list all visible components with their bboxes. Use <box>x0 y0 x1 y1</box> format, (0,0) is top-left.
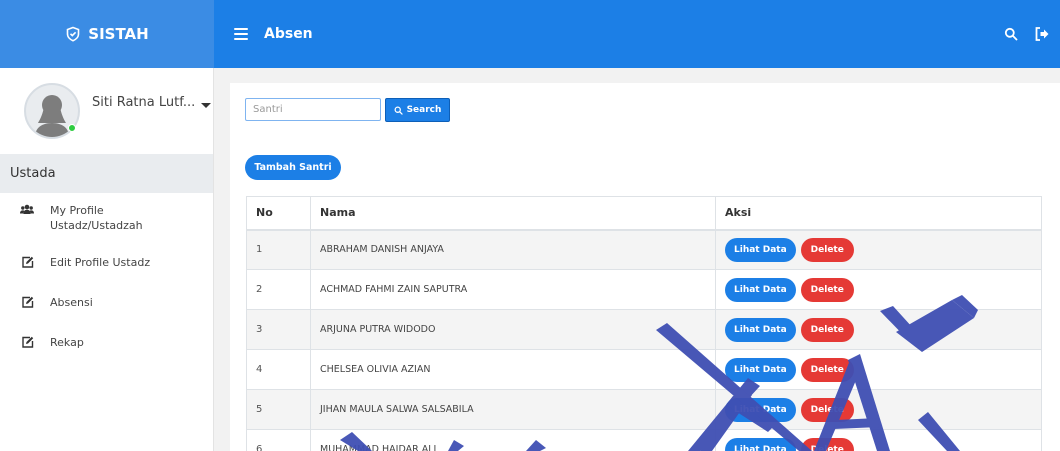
navbar: Absen <box>214 0 1060 68</box>
sidebar-item-label: Ustadz/Ustadzah <box>50 219 143 232</box>
view-data-button[interactable]: Lihat Data <box>725 237 796 262</box>
brand[interactable]: SISTAH <box>0 0 214 68</box>
search-button[interactable]: Search <box>385 98 450 122</box>
sidebar-item-label: Absensi <box>50 296 93 309</box>
logout-icon[interactable] <box>1034 26 1050 42</box>
caret-down-icon <box>201 102 212 108</box>
edit-icon <box>20 335 34 349</box>
column-header-nama: Nama <box>310 196 716 231</box>
table-row: 5 JIHAN MAULA SALWA SALSABILA Lihat Data De… <box>246 389 1042 430</box>
cell-nama: ABRAHAM DANISH ANJAYA <box>310 229 716 270</box>
search-icon[interactable] <box>1004 27 1018 41</box>
edit-icon <box>20 295 34 309</box>
view-data-button[interactable]: Lihat Data <box>725 317 796 342</box>
cell-nama: MUHAMMAD HAIDAR ALI <box>310 429 716 451</box>
delete-button[interactable]: Delete <box>800 277 854 302</box>
cell-aksi: Lihat Data Delete <box>715 349 1042 390</box>
shield-icon <box>65 26 81 42</box>
sidebar-item-label: My Profile <box>50 204 104 217</box>
role-header: Ustada <box>0 154 213 193</box>
column-header-aksi: Aksi <box>715 196 1042 231</box>
page-title: Absen <box>264 26 313 42</box>
cell-nama: JIHAN MAULA SALWA SALSABILA <box>310 389 716 430</box>
cell-no: 6 <box>246 429 311 451</box>
sidebar-item-edit-profile[interactable]: Edit Profile Ustadz <box>0 255 213 295</box>
cell-no: 3 <box>246 309 311 350</box>
cell-no: 5 <box>246 389 311 430</box>
table-row: 1 ABRAHAM DANISH ANJAYA Lihat Data Delete <box>246 229 1042 270</box>
cell-aksi: Lihat Data Delete <box>715 309 1042 350</box>
user-menu[interactable]: Siti Ratna Lutf... <box>92 94 212 110</box>
sidebar-item-absensi[interactable]: Absensi <box>0 295 213 335</box>
add-santri-button[interactable]: Tambah Santri <box>245 155 341 180</box>
search-input[interactable] <box>245 98 381 121</box>
online-status-dot <box>68 124 76 132</box>
users-icon <box>20 203 34 217</box>
view-data-button[interactable]: Lihat Data <box>725 397 796 422</box>
column-header-no: No <box>246 196 311 231</box>
search-icon <box>394 106 403 115</box>
cell-no: 2 <box>246 269 311 310</box>
main-content: Search Tambah Santri No Nama Aksi 1ABRAH… <box>214 68 1060 451</box>
cell-aksi: Lihat Data Delete <box>715 229 1042 270</box>
top-bar: SISTAH Absen <box>0 0 1060 68</box>
cell-aksi: Lihat Data Delete <box>715 389 1042 430</box>
sidebar-item-my-profile[interactable]: My Profile Ustadz/Ustadzah <box>0 203 213 255</box>
sidebar-menu: My Profile Ustadz/Ustadzah Edit Profile … <box>0 203 213 375</box>
table-header-row: No Nama Aksi <box>246 196 1042 231</box>
sidebar-item-label: Rekap <box>50 336 84 349</box>
cell-nama: CHELSEA OLIVIA AZIAN <box>310 349 716 390</box>
search-button-label: Search <box>406 105 442 115</box>
brand-name: SISTAH <box>88 25 149 43</box>
cell-nama: ARJUNA PUTRA WIDODO <box>310 309 716 350</box>
delete-button[interactable]: Delete <box>800 437 854 451</box>
cell-nama: ACHMAD FAHMI ZAIN SAPUTRA <box>310 269 716 310</box>
view-data-button[interactable]: Lihat Data <box>725 357 796 382</box>
table-row: 2 ACHMAD FAHMI ZAIN SAPUTRA Lihat Data Dele… <box>246 269 1042 310</box>
cell-no: 4 <box>246 349 311 390</box>
table-body: 1 ABRAHAM DANISH ANJAYA Lihat Data Delete 2 A… <box>246 229 1042 451</box>
cell-aksi: Lihat Data Delete <box>715 269 1042 310</box>
table-row: 3 ARJUNA PUTRA WIDODO Lihat Data Delete <box>246 309 1042 350</box>
view-data-button[interactable]: Lihat Data <box>725 437 796 451</box>
delete-button[interactable]: Delete <box>800 237 854 262</box>
edit-icon <box>20 255 34 269</box>
sidebar: Siti Ratna Lutf... Ustada My Profile Ust… <box>0 68 214 451</box>
user-panel: Siti Ratna Lutf... <box>0 68 213 154</box>
delete-button[interactable]: Delete <box>800 317 854 342</box>
delete-button[interactable]: Delete <box>800 357 854 382</box>
cell-aksi: Lihat Data Delete <box>715 429 1042 451</box>
table-row: 4 CHELSEA OLIVIA AZIAN Lihat Data Delete <box>246 349 1042 390</box>
cell-no: 1 <box>246 229 311 270</box>
delete-button[interactable]: Delete <box>800 397 854 422</box>
content-card: Search Tambah Santri No Nama Aksi 1ABRAH… <box>230 83 1060 451</box>
sidebar-item-rekap[interactable]: Rekap <box>0 335 213 375</box>
view-data-button[interactable]: Lihat Data <box>725 277 796 302</box>
menu-toggle-icon[interactable] <box>234 28 248 40</box>
table-row: 6 MUHAMMAD HAIDAR ALI Lihat Data Delete <box>246 429 1042 451</box>
user-name: Siti Ratna Lutf... <box>92 94 196 110</box>
sidebar-item-label: Edit Profile Ustadz <box>50 256 151 269</box>
santri-table: No Nama Aksi 1 ABRAHAM DANISH ANJAYA Lihat… <box>246 196 1042 451</box>
